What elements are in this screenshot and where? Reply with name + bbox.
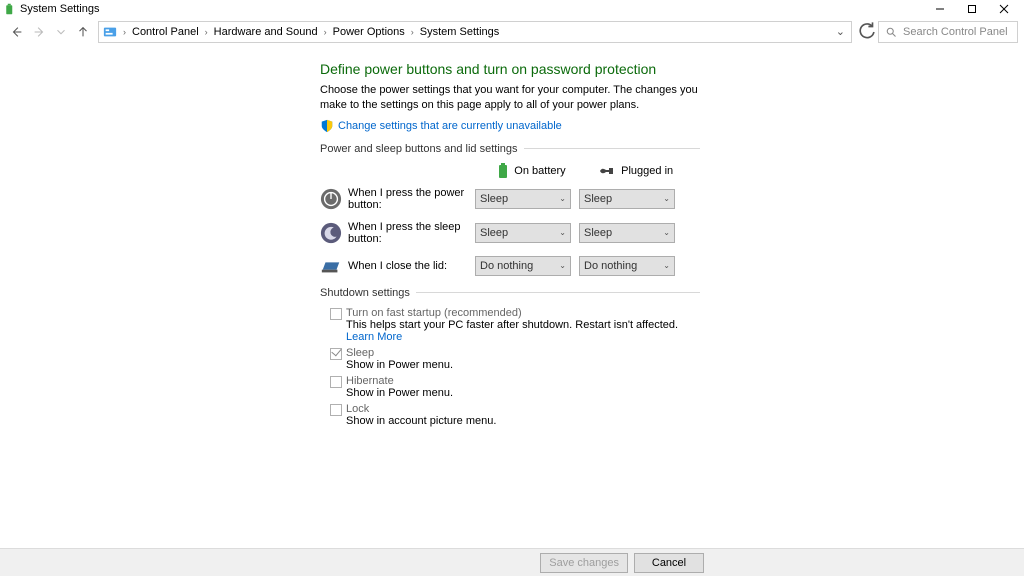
- breadcrumb-sep: ›: [407, 27, 418, 37]
- minimize-button[interactable]: [924, 1, 956, 17]
- check-lock: Lock Show in account picture menu.: [320, 403, 700, 427]
- power-icon: [320, 188, 342, 210]
- section-label-buttons: Power and sleep buttons and lid settings: [320, 143, 518, 155]
- row-power-button: When I press the power button: Sleep⌄ Sl…: [320, 187, 700, 211]
- back-button[interactable]: [6, 21, 28, 43]
- check-hibernate: Hibernate Show in Power menu.: [320, 375, 700, 399]
- battery-app-icon: [4, 3, 16, 15]
- page-description: Choose the power settings that you want …: [320, 83, 700, 113]
- check-label: Turn on fast startup (recommended): [346, 307, 700, 319]
- maximize-button[interactable]: [956, 1, 988, 17]
- lid-plugged-select[interactable]: Do nothing⌄: [579, 256, 675, 276]
- check-sleep: Sleep Show in Power menu.: [320, 347, 700, 371]
- row-label: When I press the power button:: [348, 187, 475, 211]
- column-headers: On battery Plugged in: [320, 163, 700, 179]
- row-sleep-button: When I press the sleep button: Sleep⌄ Sl…: [320, 221, 700, 245]
- divider: [416, 292, 700, 293]
- col-plugged-label: Plugged in: [621, 165, 673, 177]
- learn-more-link[interactable]: Learn More: [346, 331, 402, 343]
- chevron-down-icon: ⌄: [559, 261, 566, 270]
- search-placeholder: Search Control Panel: [903, 26, 1008, 38]
- section-label-shutdown: Shutdown settings: [320, 287, 410, 299]
- check-label: Lock: [346, 403, 496, 415]
- nav-bar: › Control Panel › Hardware and Sound › P…: [0, 17, 1024, 45]
- checkbox[interactable]: [330, 404, 342, 416]
- breadcrumb-sep: ›: [119, 27, 130, 37]
- battery-icon: [498, 163, 508, 179]
- up-button[interactable]: [72, 21, 94, 43]
- search-input[interactable]: Search Control Panel: [878, 21, 1018, 43]
- power-button-battery-select[interactable]: Sleep⌄: [475, 189, 571, 209]
- row-close-lid: When I close the lid: Do nothing⌄ Do not…: [320, 255, 700, 277]
- chevron-down-icon: ⌄: [663, 194, 670, 203]
- checkbox[interactable]: [330, 348, 342, 360]
- chevron-down-icon: ⌄: [559, 194, 566, 203]
- recent-pages-dropdown[interactable]: [50, 21, 72, 43]
- close-button[interactable]: [988, 1, 1020, 17]
- check-desc: Show in Power menu.: [346, 359, 453, 371]
- check-desc: Show in Power menu.: [346, 387, 453, 399]
- footer-bar: Save changes Cancel: [0, 548, 1024, 576]
- cancel-button[interactable]: Cancel: [634, 553, 704, 573]
- control-panel-icon: [103, 25, 117, 39]
- row-label: When I press the sleep button:: [348, 221, 475, 245]
- lid-battery-select[interactable]: Do nothing⌄: [475, 256, 571, 276]
- breadcrumb-sep: ›: [320, 27, 331, 37]
- page-heading: Define power buttons and turn on passwor…: [320, 61, 700, 77]
- title-bar: System Settings: [0, 0, 1024, 17]
- address-dropdown-icon[interactable]: ⌄: [832, 25, 849, 38]
- checkbox[interactable]: [330, 376, 342, 388]
- address-bar[interactable]: › Control Panel › Hardware and Sound › P…: [98, 21, 852, 43]
- chevron-down-icon: ⌄: [663, 261, 670, 270]
- check-desc: This helps start your PC faster after sh…: [346, 319, 700, 343]
- window-title: System Settings: [20, 3, 99, 15]
- check-label: Hibernate: [346, 375, 453, 387]
- sleep-button-plugged-select[interactable]: Sleep⌄: [579, 223, 675, 243]
- row-label: When I close the lid:: [348, 260, 475, 272]
- breadcrumb-item[interactable]: Hardware and Sound: [212, 26, 320, 38]
- check-fast-startup: Turn on fast startup (recommended) This …: [320, 307, 700, 343]
- shield-icon: [320, 119, 334, 133]
- content-area: Define power buttons and turn on passwor…: [0, 45, 1024, 548]
- forward-button[interactable]: [28, 21, 50, 43]
- check-label: Sleep: [346, 347, 453, 359]
- sleep-button-battery-select[interactable]: Sleep⌄: [475, 223, 571, 243]
- chevron-down-icon: ⌄: [663, 228, 670, 237]
- breadcrumb-item[interactable]: System Settings: [418, 26, 501, 38]
- chevron-down-icon: ⌄: [559, 228, 566, 237]
- check-desc: Show in account picture menu.: [346, 415, 496, 427]
- breadcrumb-item[interactable]: Control Panel: [130, 26, 201, 38]
- breadcrumb-sep: ›: [201, 27, 212, 37]
- refresh-button[interactable]: [856, 21, 878, 43]
- breadcrumb-item[interactable]: Power Options: [331, 26, 407, 38]
- moon-icon: [320, 222, 342, 244]
- save-changes-button[interactable]: Save changes: [540, 553, 628, 573]
- change-settings-link[interactable]: Change settings that are currently unava…: [338, 120, 562, 132]
- divider: [524, 148, 700, 149]
- power-button-plugged-select[interactable]: Sleep⌄: [579, 189, 675, 209]
- plug-icon: [599, 165, 615, 177]
- checkbox[interactable]: [330, 308, 342, 320]
- search-icon: [885, 26, 897, 38]
- laptop-icon: [320, 255, 342, 277]
- col-battery-label: On battery: [514, 165, 565, 177]
